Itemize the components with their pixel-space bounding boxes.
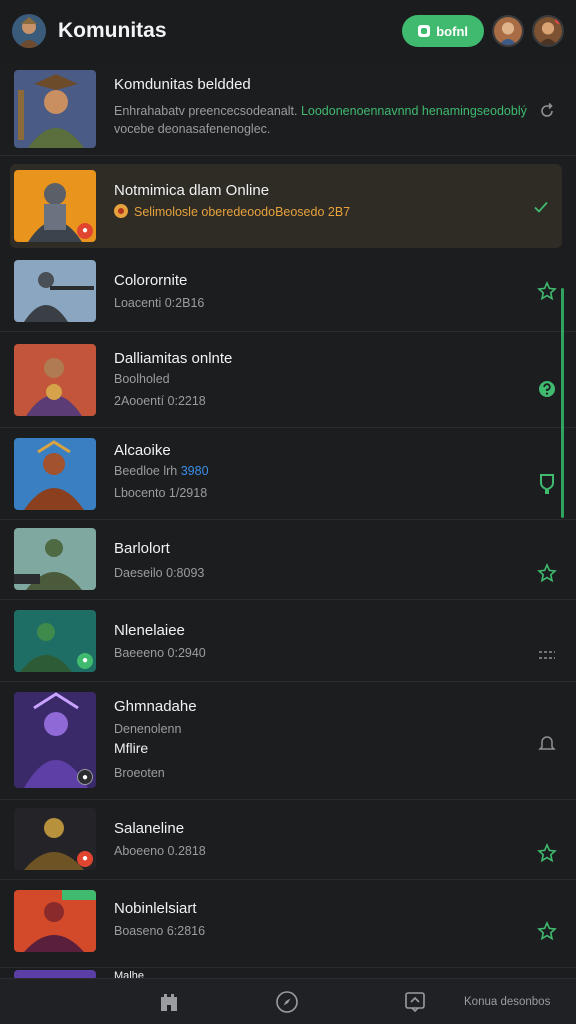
item-title: Notmimica dlam Online: [114, 182, 270, 199]
item-subtitle-text: Selimolosle oberedeoodoBeosedo 2B7: [134, 205, 351, 219]
item-subtitle-3: Broeoten: [114, 766, 165, 780]
star-icon[interactable]: [536, 280, 558, 302]
item-subtitle-2: Mflire: [114, 740, 149, 756]
list-item[interactable]: Dalliamitas onlnte Boolholed 2Aooentí 0:…: [0, 332, 576, 428]
badge-icon: ●: [77, 653, 93, 669]
item-subtitle-b: Loodonenoennavnnd henamingseodoblý: [300, 104, 527, 118]
list-item[interactable]: Colorornite Loacenti 0:2B16: [0, 250, 576, 332]
item-title: Salaneline: [114, 820, 185, 837]
thumbnail: ●: [14, 808, 96, 870]
thumbnail: [14, 528, 96, 590]
chat-icon[interactable]: [402, 989, 428, 1015]
item-title: Alcaoike: [114, 442, 171, 459]
item-subtitle-2: vocebe deonasafenenoglec.: [114, 122, 271, 136]
friend-avatar-2[interactable]: [532, 15, 564, 47]
page-title: Komunitas: [58, 19, 167, 42]
badge-icon: ●: [77, 223, 93, 239]
item-subtitle: Aboeeno 0.2818: [114, 844, 206, 858]
thumbnail: [14, 438, 96, 510]
more-icon[interactable]: [536, 644, 558, 666]
list-item[interactable]: Nobinlelsiart Boaseno 6:2816: [0, 880, 576, 968]
online-button[interactable]: bofnl: [402, 15, 484, 47]
list-item[interactable]: Barlolort Daeseilo 0:8093: [0, 520, 576, 600]
thumbnail: [14, 890, 96, 952]
star-icon[interactable]: [536, 842, 558, 864]
online-icon: [418, 25, 431, 37]
list-item[interactable]: Alcaoike Beedloe lrh 3980 Lbocento 1/291…: [0, 428, 576, 520]
thumbnail: [14, 260, 96, 322]
item-subtitle: Beedloe lrh 3980: [114, 464, 209, 478]
list-item[interactable]: ● Salaneline Aboeeno 0.2818: [0, 800, 576, 880]
friend-avatar-1[interactable]: [492, 15, 524, 47]
item-title: Malhe: [114, 970, 144, 978]
item-title: Nobinlelsiart: [114, 900, 197, 917]
item-title: Colorornite: [114, 272, 188, 289]
online-button-label: bofnl: [436, 23, 468, 39]
thumbnail: [14, 70, 96, 148]
item-subtitle-2: Lbocento 1/2918: [114, 486, 208, 500]
bottom-nav: Konua desonbos: [0, 978, 576, 1024]
thumbnail: [14, 970, 96, 978]
notification-dot: [555, 17, 562, 24]
list-item[interactable]: Komdunitas beldded Enhrahabatv preencecs…: [0, 62, 576, 156]
item-title: Dalliamitas onlnte: [114, 350, 233, 367]
badge-icon: ●: [77, 851, 93, 867]
list-item[interactable]: ● Nlenelaiee Baeeeno 0:2940: [0, 600, 576, 682]
help-icon[interactable]: [536, 378, 558, 400]
checkmark-icon[interactable]: [530, 196, 552, 218]
item-title: Nlenelaiee: [114, 622, 185, 639]
castle-icon[interactable]: [156, 989, 182, 1015]
refresh-icon[interactable]: [536, 100, 558, 122]
compass-icon[interactable]: [274, 989, 300, 1015]
item-title: Komdunitas beldded: [114, 76, 251, 93]
shield-icon[interactable]: [536, 472, 558, 494]
list-item[interactable]: ● Ghmnadahe Denenolenn Mflire Broeoten: [0, 682, 576, 800]
item-subtitle: Boaseno 6:2816: [114, 924, 206, 938]
item-title: Ghmnadahe: [114, 698, 197, 715]
star-icon[interactable]: [536, 920, 558, 942]
item-subtitle-b: 3980: [180, 464, 209, 478]
thumbnail: ●: [14, 170, 96, 242]
item-subtitle: Loacenti 0:2B16: [114, 296, 205, 310]
item-subtitle-2: 2Aooentí 0:2218: [114, 394, 206, 408]
nav-item-community[interactable]: Konua desonbos: [464, 989, 564, 1015]
item-subtitle: Daeseilo 0:8093: [114, 566, 205, 580]
item-subtitle: Selimolosle oberedeoodoBeosedo 2B7: [114, 204, 350, 219]
item-subtitle: Enhrahabatv preencecsodeanalt. Loodoneno…: [114, 104, 527, 118]
item-subtitle: Denenolenn: [114, 722, 182, 736]
badge-icon: ●: [77, 769, 93, 785]
user-avatar[interactable]: [12, 14, 46, 48]
list-item[interactable]: Malhe: [0, 968, 576, 978]
thumbnail: [14, 344, 96, 416]
coin-icon: [114, 204, 128, 218]
item-subtitle-a: Enhrahabatv preencecsodeanalt.: [114, 104, 298, 118]
item-subtitle: Boolholed: [114, 372, 170, 386]
bell-icon[interactable]: [536, 732, 558, 754]
scrollbar[interactable]: [561, 288, 564, 518]
item-subtitle: Baeeeno 0:2940: [114, 646, 206, 660]
star-icon[interactable]: [536, 562, 558, 584]
item-title: Barlolort: [114, 540, 170, 557]
list-item-active[interactable]: ● Notmimica dlam Online Selimolosle ober…: [10, 164, 562, 248]
thumbnail: ●: [14, 692, 96, 788]
item-subtitle-a: Beedloe lrh: [114, 464, 178, 478]
thumbnail: ●: [14, 610, 96, 672]
top-bar: Komunitas bofnl: [0, 0, 576, 62]
